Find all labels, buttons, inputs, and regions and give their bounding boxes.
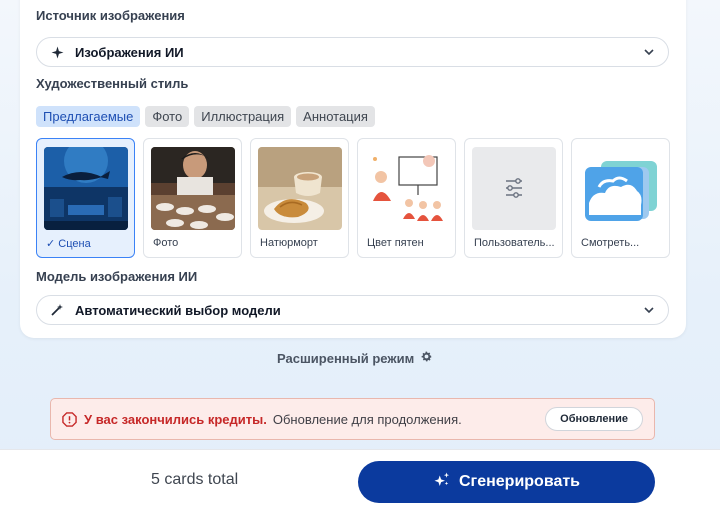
footer-bar: 5 cards total Сгенерировать — [0, 449, 720, 511]
alert-message: Обновление для продолжения. — [272, 411, 462, 427]
style-card-photo[interactable]: Фото — [143, 138, 242, 258]
style-card-label: ✓ Сцена — [46, 238, 91, 250]
style-card-label: Натюрморт — [260, 237, 318, 249]
magic-wand-icon — [49, 302, 65, 318]
image-source-select[interactable]: Изображения ИИ — [36, 37, 669, 67]
view-more-thumbnail — [579, 147, 663, 230]
art-style-label: Художественный стиль — [36, 76, 189, 91]
style-card-label: Смотреть... — [581, 237, 640, 249]
photo-thumbnail — [151, 147, 235, 230]
chip-photo[interactable]: Фото — [145, 106, 190, 127]
advanced-mode-label: Расширенный режим — [277, 350, 415, 366]
style-filter-chips: Предлагаемые Фото Иллюстрация Аннотация — [36, 106, 375, 127]
chevron-down-icon — [642, 303, 656, 317]
generate-label: Сгенерировать — [458, 473, 581, 490]
style-card-custom[interactable]: Пользователь... — [464, 138, 563, 258]
cards-total: 5 cards total — [151, 471, 239, 488]
chip-suggested[interactable]: Предлагаемые — [36, 106, 141, 127]
custom-thumbnail — [472, 147, 556, 230]
color-spots-thumbnail — [365, 147, 449, 230]
credits-alert: У вас закончились кредиты. Обновление дл… — [50, 398, 655, 440]
ai-model-select[interactable]: Автоматический выбор модели — [36, 295, 669, 325]
image-source-value: Изображения ИИ — [75, 44, 184, 60]
sliders-icon — [506, 178, 522, 198]
still-life-thumbnail — [258, 147, 342, 230]
advanced-mode-toggle[interactable]: Расширенный режим — [277, 350, 433, 366]
alert-title: У вас закончились кредиты. — [84, 411, 267, 427]
style-card-label: Фото — [153, 237, 179, 249]
scene-thumbnail — [44, 147, 128, 230]
chip-abstract[interactable]: Аннотация — [296, 106, 375, 127]
gear-icon — [420, 350, 433, 366]
style-card-color-spots[interactable]: Цвет пятен — [357, 138, 456, 258]
sparkle-icon — [49, 44, 65, 60]
sparkles-icon — [433, 471, 451, 494]
warning-icon — [62, 411, 77, 427]
style-cards: ✓ Сцена Фото Натюрморт Цвет пятен Пользо… — [36, 138, 670, 258]
style-card-label: Пользователь... — [474, 237, 555, 249]
generate-button[interactable]: Сгенерировать — [358, 461, 655, 503]
style-card-still-life[interactable]: Натюрморт — [250, 138, 349, 258]
ai-model-value: Автоматический выбор модели — [75, 302, 281, 318]
style-card-view-more[interactable]: Смотреть... — [571, 138, 670, 258]
style-card-scene[interactable]: ✓ Сцена — [36, 138, 135, 258]
upgrade-button[interactable]: Обновление — [545, 407, 643, 431]
style-card-label: Цвет пятен — [367, 237, 424, 249]
chip-illustration[interactable]: Иллюстрация — [194, 106, 292, 127]
chevron-down-icon — [642, 45, 656, 59]
ai-model-label: Модель изображения ИИ — [36, 269, 198, 284]
image-source-label: Источник изображения — [36, 8, 185, 23]
check-icon: ✓ — [46, 238, 56, 250]
